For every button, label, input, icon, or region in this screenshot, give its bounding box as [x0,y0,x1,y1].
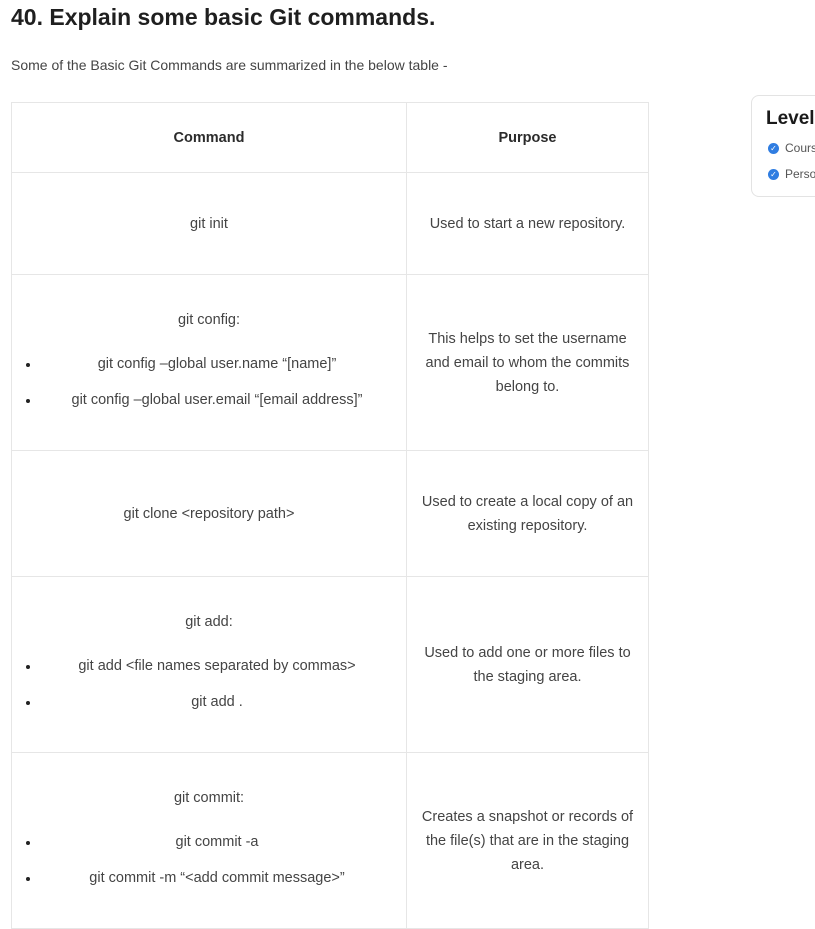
level-card-item: ✓ Perso [768,167,815,181]
table-header-row: Command Purpose [11,102,649,173]
command-cell: git add: git add <file names separated b… [11,576,407,753]
list-item: git config –global user.name “[name]” [40,346,394,382]
sub-command-list: git commit -a git commit -m “<add commit… [24,824,394,896]
purpose-cell: Used to start a new repository. [406,172,649,275]
table-row: git init Used to start a new repository. [11,172,649,275]
sub-command-list: git config –global user.name “[name]” gi… [24,346,394,418]
command-text: git add: [185,613,233,630]
list-item: git add <file names separated by commas> [40,648,394,684]
sub-command-list: git add <file names separated by commas>… [24,648,394,720]
table-row: git commit: git commit -a git commit -m … [11,752,649,929]
list-item: git commit -a [40,824,394,860]
purpose-cell: Creates a snapshot or records of the fil… [406,752,649,929]
page-heading: 40. Explain some basic Git commands. [11,4,436,30]
table-row: git add: git add <file names separated b… [11,576,649,753]
command-cell: git clone <repository path> [11,450,407,577]
header-command: Command [11,102,407,173]
list-item: git add . [40,684,394,720]
header-purpose: Purpose [406,102,649,173]
check-circle-icon: ✓ [768,168,779,180]
purpose-cell: This helps to set the username and email… [406,274,649,451]
table-row: git clone <repository path> Used to crea… [11,450,649,577]
command-text: git init [190,215,228,232]
purpose-cell: Used to add one or more files to the sta… [406,576,649,753]
table-row: git config: git config –global user.name… [11,274,649,451]
level-card-title: Level- [766,108,815,129]
check-circle-icon: ✓ [768,142,779,154]
level-card-item-label: Cours [785,141,815,155]
list-item: git commit -m “<add commit message>” [40,860,394,896]
level-card-item: ✓ Cours [768,141,815,155]
command-cell: git init [11,172,407,275]
level-card[interactable]: Level- ✓ Cours ✓ Perso [751,95,815,197]
command-text: git commit: [173,789,245,806]
purpose-cell: Used to create a local copy of an existi… [406,450,649,577]
command-cell: git commit: git commit -a git commit -m … [11,752,407,929]
intro-text: Some of the Basic Git Commands are summa… [11,57,448,73]
command-cell: git config: git config –global user.name… [11,274,407,451]
list-item: git config –global user.email “[email ad… [40,382,394,418]
command-text: git clone <repository path> [123,505,295,522]
level-card-item-label: Perso [785,167,815,181]
command-text: git config: [177,311,241,328]
git-commands-table: Command Purpose git init Used to start a… [11,102,649,929]
